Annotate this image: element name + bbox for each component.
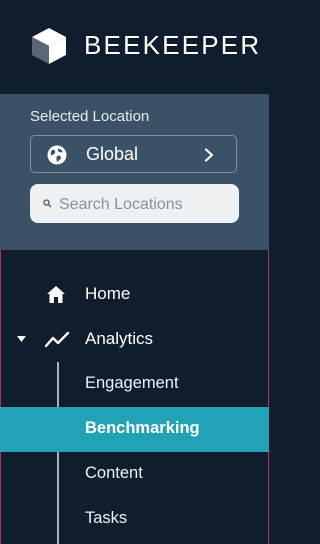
search-icon [43, 199, 52, 208]
nav-subitem-label: Engagement [85, 374, 179, 392]
caret-down-icon [17, 336, 26, 342]
nav-item-label: Analytics [85, 329, 154, 348]
nav-item-label: Home [85, 284, 131, 303]
nav-item-home[interactable]: Home [0, 272, 269, 317]
nav-subitem-label: Benchmarking [85, 419, 200, 437]
selected-location-label: Selected Location [30, 108, 150, 125]
search-input[interactable] [57, 184, 236, 225]
nav-subitem-label: Tasks [85, 509, 128, 527]
brand-name: BEEKEEPER [84, 30, 262, 60]
analytics-icon [45, 331, 70, 348]
nav-subitem-content[interactable]: Content [0, 452, 269, 497]
nav-subitem-benchmarking[interactable]: Benchmarking [0, 407, 269, 452]
nav-subitem-engagement[interactable]: Engagement [0, 362, 269, 407]
sidebar-header: BEEKEEPER [0, 0, 269, 94]
chevron-right-icon [204, 148, 214, 162]
nav-subitem-tasks[interactable]: Tasks [0, 497, 269, 542]
nav-subitem-label: Content [85, 464, 143, 482]
location-search[interactable] [30, 184, 239, 225]
cube-logo-icon [32, 28, 66, 64]
location-selector[interactable]: Global [30, 135, 237, 173]
globe-icon [47, 145, 67, 165]
nav-item-analytics[interactable]: Analytics [0, 317, 269, 362]
home-icon [47, 286, 65, 303]
location-panel: Selected Location Global [0, 94, 269, 250]
location-value: Global [86, 144, 139, 164]
